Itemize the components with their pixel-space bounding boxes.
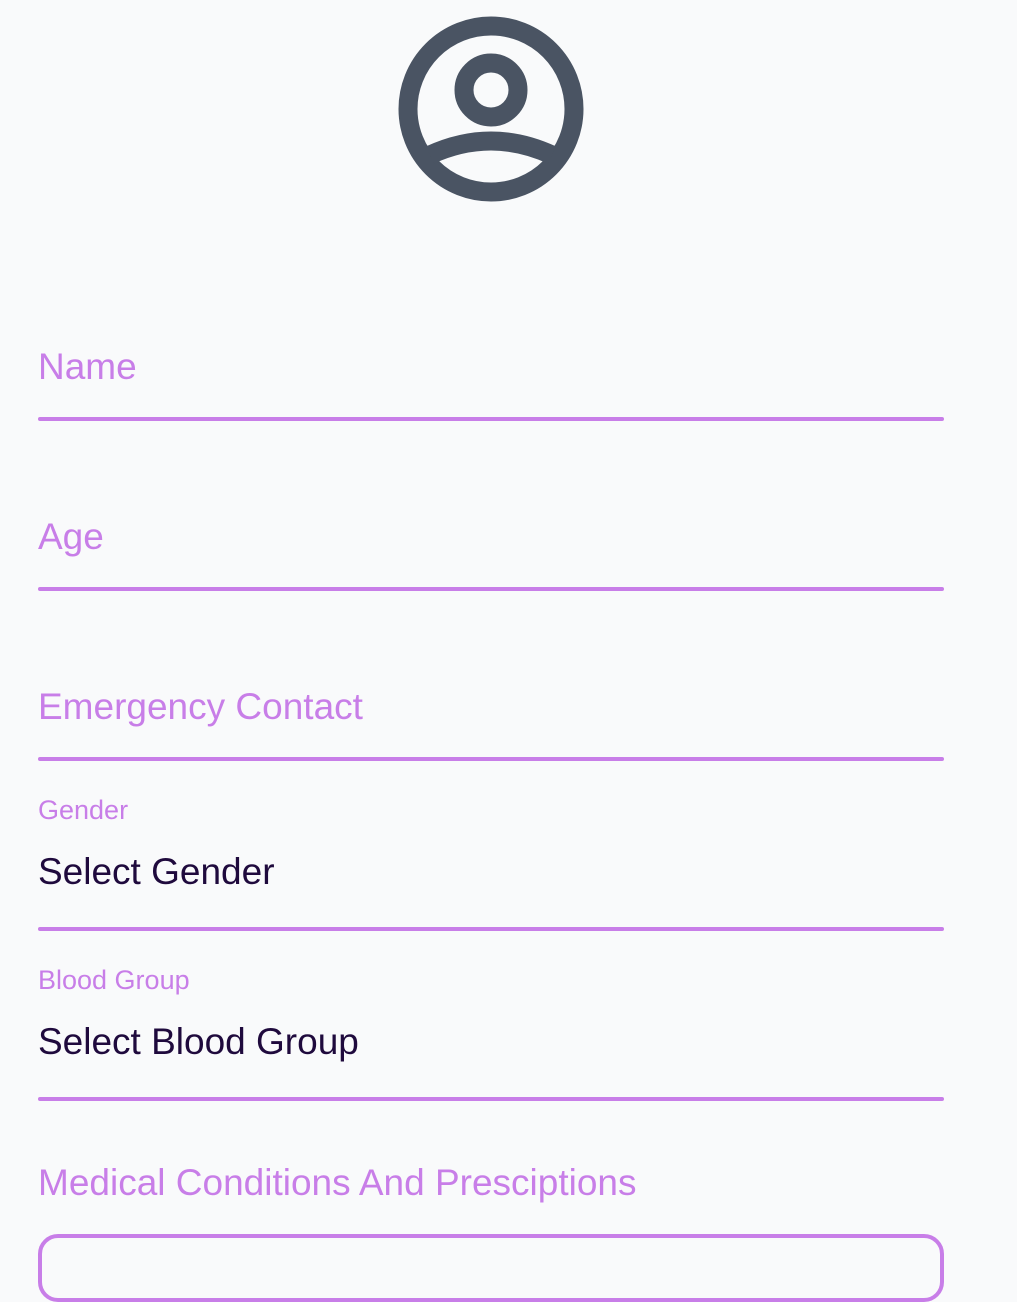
gender-value: Select Gender: [38, 851, 275, 892]
emergency-contact-field[interactable]: Emergency Contact: [38, 680, 944, 764]
age-placeholder: Age: [38, 516, 104, 557]
blood-group-value: Select Blood Group: [38, 1021, 359, 1062]
name-placeholder: Name: [38, 346, 137, 387]
medical-conditions-textarea[interactable]: [38, 1234, 944, 1302]
name-underline: [38, 417, 944, 421]
emergency-contact-placeholder: Emergency Contact: [38, 686, 363, 727]
medical-conditions-label: Medical Conditions And Presciptions: [38, 1162, 637, 1203]
age-underline: [38, 587, 944, 591]
blood-group-dropdown[interactable]: Blood Group Select Blood Group: [38, 965, 944, 1105]
gender-underline: [38, 927, 944, 931]
gender-label: Gender: [38, 795, 129, 825]
age-field[interactable]: Age: [38, 510, 944, 594]
gender-dropdown[interactable]: Gender Select Gender: [38, 795, 944, 935]
emergency-contact-underline: [38, 757, 944, 761]
user-circle-icon: [398, 16, 584, 202]
blood-group-label: Blood Group: [38, 965, 190, 995]
name-field[interactable]: Name: [38, 340, 944, 424]
blood-group-underline: [38, 1097, 944, 1101]
profile-avatar[interactable]: [398, 16, 584, 202]
